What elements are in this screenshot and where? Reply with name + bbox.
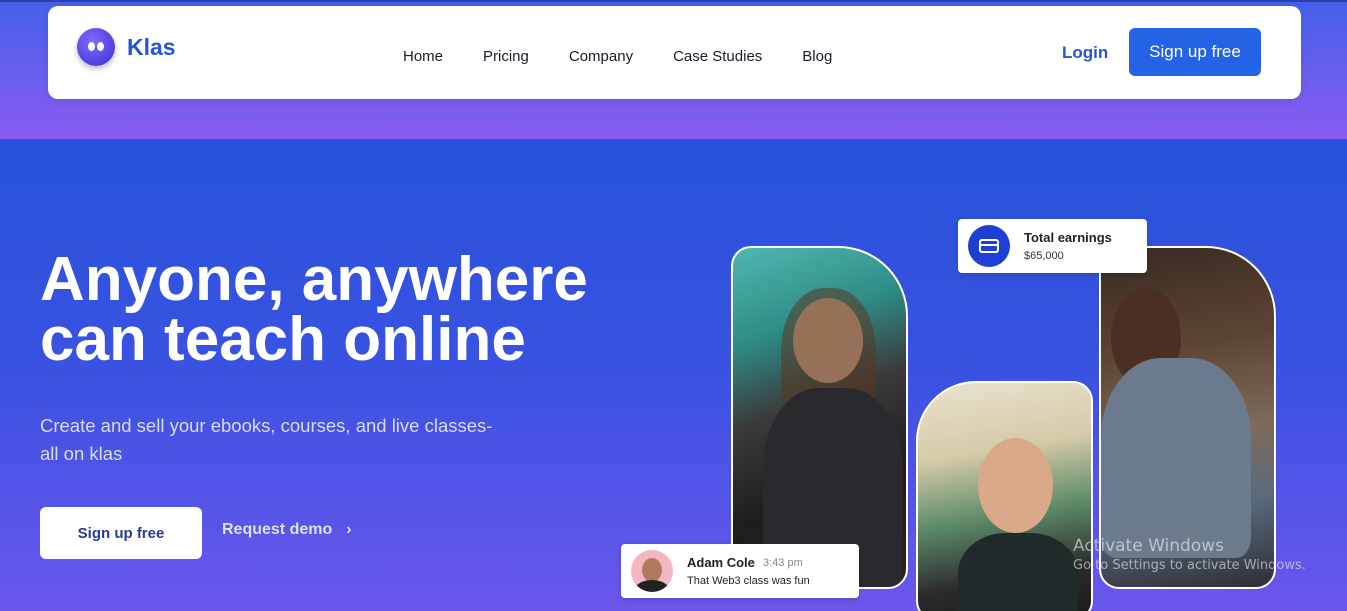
credit-card-icon xyxy=(968,225,1010,267)
earnings-card: Total earnings $65,000 xyxy=(958,219,1147,273)
signup-button-hero[interactable]: Sign up free xyxy=(40,507,202,559)
hero-subtext: Create and sell your ebooks, courses, an… xyxy=(40,412,560,468)
subtext-line-2: all on klas xyxy=(40,443,123,464)
watermark-subtitle: Go to Settings to activate Windows. xyxy=(1073,558,1306,573)
headline-line-2: can teach online xyxy=(40,305,526,374)
nav-link-case-studies[interactable]: Case Studies xyxy=(673,48,762,65)
instructor-photo-man-headphones xyxy=(916,381,1093,611)
nav-link-home[interactable]: Home xyxy=(403,48,443,65)
earnings-value: $65,000 xyxy=(1024,250,1064,262)
headline-line-1: Anyone, anywhere xyxy=(40,245,588,314)
signup-button-nav[interactable]: Sign up free xyxy=(1129,28,1261,76)
request-demo-link[interactable]: Request demo › xyxy=(222,521,352,539)
hero-headline: Anyone, anywhere can teach online xyxy=(40,249,660,371)
earnings-title: Total earnings xyxy=(1024,230,1112,245)
nav-link-company[interactable]: Company xyxy=(569,48,633,65)
avatar xyxy=(631,550,673,592)
request-demo-label: Request demo xyxy=(222,521,333,538)
logo[interactable]: Klas xyxy=(77,28,176,66)
navbar: Klas Home Pricing Company Case Studies B… xyxy=(48,6,1301,99)
chat-card: Adam Cole 3:43 pm That Web3 class was fu… xyxy=(621,544,859,598)
login-link[interactable]: Login xyxy=(1062,43,1108,63)
brand-name: Klas xyxy=(127,33,176,60)
subtext-line-1: Create and sell your ebooks, courses, an… xyxy=(40,415,493,436)
chevron-right-icon: › xyxy=(346,521,352,538)
klas-logo-icon xyxy=(77,28,115,66)
nav-link-pricing[interactable]: Pricing xyxy=(483,48,529,65)
windows-watermark: Activate Windows Go to Settings to activ… xyxy=(1073,536,1306,573)
chat-time: 3:43 pm xyxy=(763,557,803,569)
chat-name: Adam Cole xyxy=(687,555,755,570)
watermark-title: Activate Windows xyxy=(1073,536,1224,556)
chat-message: That Web3 class was fun xyxy=(687,575,810,587)
nav-links: Home Pricing Company Case Studies Blog xyxy=(403,48,872,65)
nav-link-blog[interactable]: Blog xyxy=(802,48,832,65)
instructor-photo-woman xyxy=(731,246,908,589)
